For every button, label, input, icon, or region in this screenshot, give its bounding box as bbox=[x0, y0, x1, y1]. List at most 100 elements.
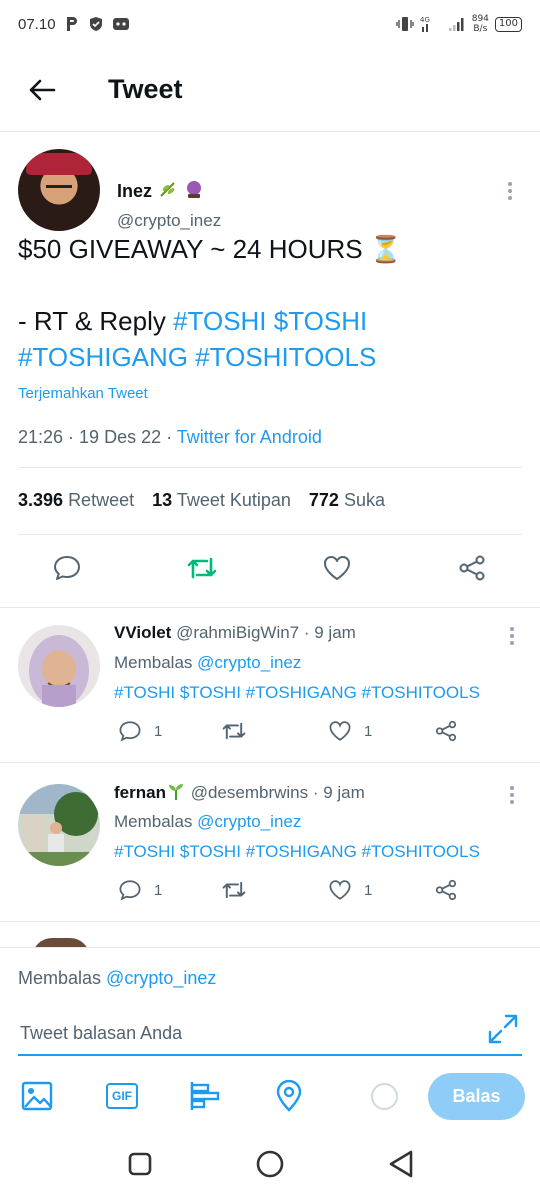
reply-count: 1 bbox=[154, 881, 163, 899]
retweet-stat[interactable]: 3.396 Retweet bbox=[18, 490, 134, 511]
replying-to: Membalas @crypto_inez bbox=[114, 653, 302, 672]
crystal-ball-icon bbox=[184, 179, 204, 204]
heart-icon bbox=[324, 555, 350, 580]
reply-time: 9 jam bbox=[314, 623, 356, 642]
recent-apps-button[interactable] bbox=[125, 1149, 155, 1179]
divider bbox=[18, 534, 522, 535]
reply-text[interactable]: #TOSHI $TOSHI #TOSHIGANG #TOSHITOOLS bbox=[114, 683, 480, 703]
tweet-meta: 21:26 · 19 Des 22 · Twitter for Android bbox=[18, 427, 322, 447]
seedling-icon bbox=[166, 783, 186, 802]
divider bbox=[18, 467, 522, 468]
svg-text:4G: 4G bbox=[420, 16, 430, 24]
share-icon bbox=[435, 879, 457, 901]
reply-button[interactable] bbox=[50, 551, 84, 585]
tweet-source-link[interactable]: Twitter for Android bbox=[177, 427, 322, 447]
gamepad-icon bbox=[112, 16, 130, 32]
avatar[interactable] bbox=[18, 149, 100, 231]
gif-icon: GIF bbox=[106, 1083, 138, 1109]
reply-count: 1 bbox=[154, 722, 163, 740]
poll-icon bbox=[190, 1082, 220, 1110]
home-button[interactable] bbox=[255, 1149, 285, 1179]
page-title: Tweet bbox=[108, 74, 183, 104]
share-icon bbox=[435, 720, 457, 742]
like-button[interactable] bbox=[320, 551, 354, 585]
reply-author: VViolet @rahmiBigWin7 · 9 jam bbox=[114, 623, 356, 642]
tweet-actions bbox=[0, 551, 540, 591]
parking-icon bbox=[64, 16, 80, 32]
reply-button[interactable]: 1 bbox=[118, 876, 162, 904]
replying-to: Membalas @crypto_inez bbox=[114, 812, 302, 831]
arrow-left-icon bbox=[29, 79, 56, 100]
send-reply-button[interactable]: Balas bbox=[428, 1073, 525, 1120]
reply-author-handle[interactable]: @rahmiBigWin7 bbox=[176, 623, 299, 642]
like-button[interactable]: 1 bbox=[328, 876, 372, 904]
share-button[interactable] bbox=[434, 717, 458, 745]
hashtag-link[interactable]: #TOSHI $TOSHI bbox=[173, 306, 367, 336]
like-count: 1 bbox=[364, 881, 373, 899]
tweet-line-2: - RT & Reply #TOSHI $TOSHI bbox=[18, 306, 368, 336]
system-nav-bar bbox=[0, 1127, 540, 1200]
mention-link[interactable]: @crypto_inez bbox=[197, 812, 301, 831]
reply-item[interactable]: fernan @desembrwins · 9 jam Membalas @cr… bbox=[0, 766, 540, 924]
shield-icon bbox=[88, 16, 104, 32]
retweet-icon bbox=[187, 557, 217, 579]
divider bbox=[0, 921, 540, 922]
composer-toolbar: GIF Balas bbox=[0, 1073, 540, 1121]
more-options-icon[interactable] bbox=[502, 784, 522, 806]
reply-actions: 1 1 bbox=[114, 876, 474, 906]
image-button[interactable] bbox=[20, 1079, 54, 1113]
vibrate-icon bbox=[396, 16, 414, 32]
like-count: 1 bbox=[364, 722, 373, 740]
comment-icon bbox=[119, 721, 141, 742]
net-speed: 894 B/s bbox=[471, 14, 489, 34]
battery-indicator: 100 bbox=[494, 16, 522, 32]
comment-icon bbox=[119, 880, 141, 901]
signal-icon: 4G bbox=[420, 15, 442, 33]
triangle-back-icon bbox=[389, 1150, 413, 1178]
translate-tweet-link[interactable]: Terjemahkan Tweet bbox=[18, 385, 148, 402]
author-name: Inez bbox=[117, 181, 153, 201]
circle-icon bbox=[256, 1150, 284, 1178]
poll-button[interactable] bbox=[188, 1079, 222, 1113]
retweet-icon bbox=[222, 881, 246, 899]
reply-author: fernan @desembrwins · 9 jam bbox=[114, 783, 365, 802]
back-nav-button[interactable] bbox=[386, 1149, 416, 1179]
gif-button[interactable]: GIF bbox=[105, 1079, 139, 1113]
retweet-icon bbox=[222, 722, 246, 740]
tweet-line-1: $50 GIVEAWAY ~ 24 HOURS ⏳ bbox=[18, 234, 403, 264]
more-options-icon[interactable] bbox=[502, 625, 522, 647]
location-button[interactable] bbox=[272, 1079, 306, 1113]
retweet-button[interactable] bbox=[220, 717, 248, 745]
reply-author-name[interactable]: VViolet bbox=[114, 623, 171, 642]
back-button[interactable] bbox=[18, 66, 66, 114]
avatar[interactable] bbox=[18, 625, 100, 707]
reply-button[interactable]: 1 bbox=[118, 717, 162, 745]
author-name-row[interactable]: Inez bbox=[117, 179, 204, 204]
share-button[interactable] bbox=[455, 551, 489, 585]
reply-input[interactable] bbox=[18, 1012, 522, 1056]
like-stat[interactable]: 772 Suka bbox=[309, 490, 385, 511]
quote-stat[interactable]: 13 Tweet Kutipan bbox=[152, 490, 291, 511]
herb-icon bbox=[158, 179, 178, 204]
retweet-button[interactable] bbox=[220, 876, 248, 904]
avatar[interactable] bbox=[18, 784, 100, 866]
share-button[interactable] bbox=[434, 876, 458, 904]
more-options-icon[interactable] bbox=[498, 179, 522, 203]
reply-text[interactable]: #TOSHI $TOSHI #TOSHIGANG #TOSHITOOLS bbox=[114, 842, 480, 862]
expand-icon[interactable] bbox=[486, 1012, 520, 1046]
share-icon bbox=[459, 555, 485, 581]
location-pin-icon bbox=[276, 1080, 302, 1112]
reply-item[interactable]: VViolet @rahmiBigWin7 · 9 jam Membalas @… bbox=[0, 607, 540, 765]
mention-link[interactable]: @crypto_inez bbox=[197, 653, 301, 672]
heart-icon bbox=[329, 880, 351, 900]
reply-author-handle[interactable]: @desembrwins bbox=[191, 783, 308, 802]
reply-author-name[interactable]: fernan bbox=[114, 783, 166, 802]
author-handle[interactable]: @crypto_inez bbox=[117, 211, 221, 231]
comment-icon bbox=[54, 556, 80, 580]
retweet-button[interactable] bbox=[185, 551, 219, 585]
mention-link[interactable]: @crypto_inez bbox=[106, 968, 216, 988]
heart-icon bbox=[329, 721, 351, 741]
signal-bars-icon bbox=[448, 16, 466, 32]
hashtag-link[interactable]: #TOSHIGANG #TOSHITOOLS bbox=[18, 339, 522, 375]
like-button[interactable]: 1 bbox=[328, 717, 372, 745]
